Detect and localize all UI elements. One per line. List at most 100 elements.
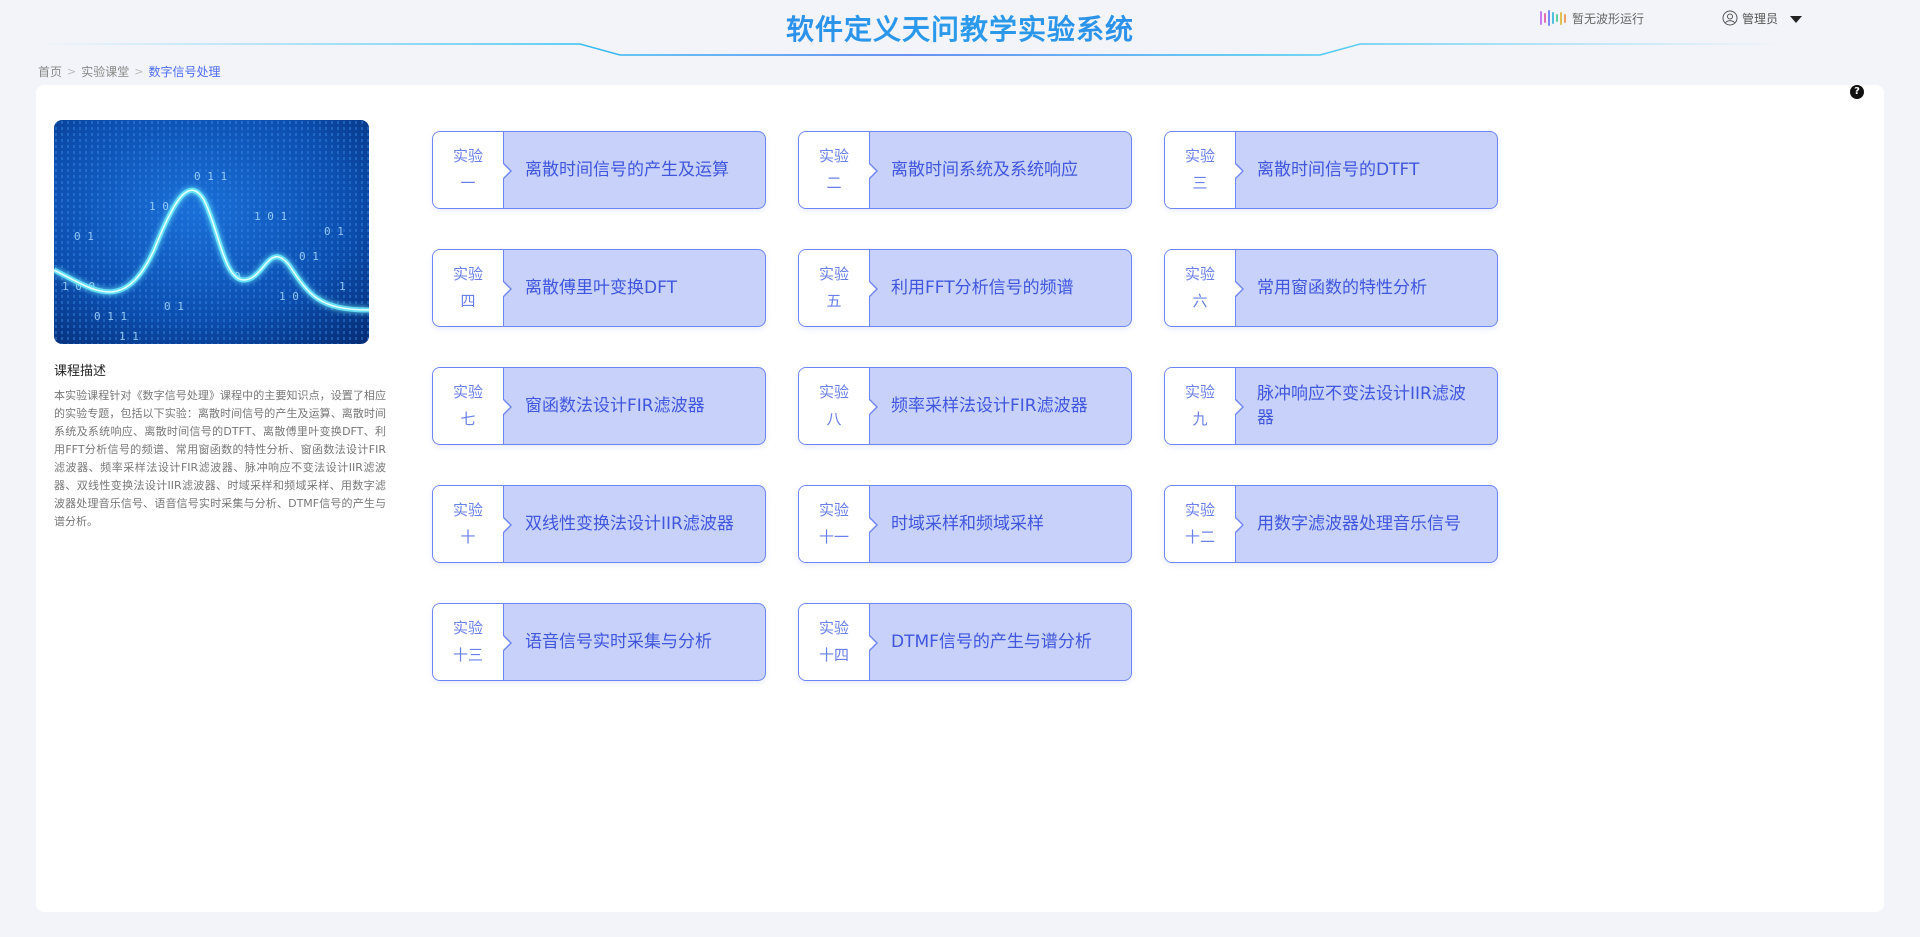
arrow-right-icon	[502, 280, 512, 298]
experiment-card-10[interactable]: 实验 十 双线性变换法设计IIR滤波器	[432, 485, 766, 563]
experiment-card-4[interactable]: 实验 四 离散傅里叶变换DFT	[432, 249, 766, 327]
breadcrumb-classroom[interactable]: 实验课堂	[81, 63, 129, 80]
experiment-prefix: 实验	[818, 383, 849, 401]
breadcrumb-home[interactable]: 首页	[38, 63, 62, 80]
experiment-prefix: 实验	[452, 501, 483, 519]
experiment-card-1[interactable]: 实验 一 离散时间信号的产生及运算	[432, 131, 766, 209]
experiment-number: 实验 十	[433, 486, 504, 562]
experiment-number: 实验 一	[433, 132, 504, 208]
experiment-title: 常用窗函数的特性分析	[1257, 278, 1427, 298]
arrow-right-icon	[1234, 162, 1244, 180]
experiment-title: 离散时间信号的DTFT	[1257, 160, 1420, 180]
experiment-card-6[interactable]: 实验 六 常用窗函数的特性分析	[1164, 249, 1498, 327]
waveform-status[interactable]: 暂无波形运行	[1540, 8, 1644, 28]
question-circle-icon[interactable]: ?	[1850, 85, 1864, 99]
course-description-title: 课程描述	[54, 364, 107, 379]
chevron-right-icon: >	[67, 65, 77, 78]
experiment-prefix: 实验	[452, 619, 483, 637]
experiment-card-9[interactable]: 实验 九 脉冲响应不变法设计IIR滤波器	[1164, 367, 1498, 445]
experiment-number: 实验 四	[433, 250, 504, 326]
experiment-title: 用数字滤波器处理音乐信号	[1257, 514, 1461, 534]
experiment-number: 实验 三	[1165, 132, 1236, 208]
arrow-right-icon	[502, 162, 512, 180]
arrow-right-icon	[1234, 398, 1244, 416]
experiment-prefix: 实验	[1184, 147, 1215, 165]
experiment-index: 五	[826, 292, 842, 310]
experiment-number: 实验 十三	[433, 604, 504, 680]
chevron-right-icon: >	[134, 65, 144, 78]
experiment-card-3[interactable]: 实验 三 离散时间信号的DTFT	[1164, 131, 1498, 209]
experiment-index: 十一	[818, 528, 849, 546]
experiment-title: 离散时间系统及系统响应	[891, 160, 1078, 180]
experiment-index: 七	[460, 410, 476, 428]
experiment-prefix: 实验	[818, 619, 849, 637]
experiment-index: 十四	[818, 646, 849, 664]
arrow-right-icon	[502, 398, 512, 416]
waveform-status-text: 暂无波形运行	[1572, 11, 1645, 26]
svg-text:0 1: 0 1	[164, 300, 184, 313]
svg-text:1 0: 1 0	[149, 200, 169, 213]
experiment-title: 双线性变换法设计IIR滤波器	[525, 514, 734, 534]
experiment-card-12[interactable]: 实验 十二 用数字滤波器处理音乐信号	[1164, 485, 1498, 563]
experiment-prefix: 实验	[818, 501, 849, 519]
experiment-card-2[interactable]: 实验 二 离散时间系统及系统响应	[798, 131, 1132, 209]
experiment-title: 频率采样法设计FIR滤波器	[891, 396, 1088, 416]
arrow-right-icon	[868, 162, 878, 180]
experiment-card-14[interactable]: 实验 十四 DTMF信号的产生与谱分析	[798, 603, 1132, 681]
experiment-card-8[interactable]: 实验 八 频率采样法设计FIR滤波器	[798, 367, 1132, 445]
course-cover-image: 0 1 1 0 0 0 1 1 1 0 0 1 1 1 0 1 0 1 0 1 …	[54, 120, 369, 344]
svg-text:1: 1	[339, 280, 346, 293]
experiment-number: 实验 五	[799, 250, 870, 326]
experiment-title: 利用FFT分析信号的频谱	[891, 278, 1074, 298]
experiment-index: 八	[826, 410, 842, 428]
svg-text:0 1: 0 1	[299, 250, 319, 263]
experiment-prefix: 实验	[452, 383, 483, 401]
waveform-icon	[1540, 10, 1566, 26]
app-header: 软件定义天问教学实验系统 暂无波形运行 管理员	[0, 0, 1920, 60]
arrow-right-icon	[502, 634, 512, 652]
experiment-title: 离散时间信号的产生及运算	[525, 160, 729, 180]
arrow-right-icon	[868, 634, 878, 652]
experiment-title: 离散傅里叶变换DFT	[525, 278, 677, 298]
experiment-card-5[interactable]: 实验 五 利用FFT分析信号的频谱	[798, 249, 1132, 327]
course-description: 本实验课程针对《数字信号处理》课程中的主要知识点，设置了相应的实验专题，包括以下…	[54, 389, 386, 528]
experiment-index: 二	[826, 174, 842, 192]
experiment-number: 实验 八	[799, 368, 870, 444]
experiment-index: 十	[460, 528, 476, 546]
arrow-right-icon	[1234, 516, 1244, 534]
experiment-card-7[interactable]: 实验 七 窗函数法设计FIR滤波器	[432, 367, 766, 445]
caret-down-icon[interactable]	[1790, 15, 1803, 23]
experiment-card-13[interactable]: 实验 十三 语音信号实时采集与分析	[432, 603, 766, 681]
experiment-number: 实验 十一	[799, 486, 870, 562]
main-panel: ? 0 1 1 0 0 0 1 1 1 0 0 1 1 1 0 1 0 1 0 …	[36, 85, 1884, 912]
user-circle-icon	[1722, 10, 1738, 26]
experiment-prefix: 实验	[1184, 265, 1215, 283]
breadcrumb-current: 数字信号处理	[148, 65, 221, 79]
experiment-title: 时域采样和频域采样	[891, 514, 1044, 534]
experiment-index: 三	[1192, 174, 1208, 192]
experiment-prefix: 实验	[452, 147, 483, 165]
experiment-index: 九	[1192, 410, 1208, 428]
experiment-index: 六	[1192, 292, 1208, 310]
arrow-right-icon	[1234, 280, 1244, 298]
svg-text:1 1: 1 1	[119, 330, 139, 343]
experiment-prefix: 实验	[452, 265, 483, 283]
svg-text:1 0: 1 0	[279, 290, 299, 303]
experiment-prefix: 实验	[818, 147, 849, 165]
svg-text:0 1: 0 1	[324, 225, 344, 238]
experiment-index: 十二	[1184, 528, 1215, 546]
experiment-title: DTMF信号的产生与谱分析	[891, 632, 1092, 652]
experiment-title: 脉冲响应不变法设计IIR滤波器	[1257, 384, 1466, 428]
experiment-number: 实验 六	[1165, 250, 1236, 326]
svg-text:1 0 1: 1 0 1	[254, 210, 287, 223]
arrow-right-icon	[868, 516, 878, 534]
experiment-index: 十三	[452, 646, 483, 664]
user-menu[interactable]: 管理员	[1722, 8, 1803, 28]
experiment-number: 实验 十四	[799, 604, 870, 680]
experiment-card-11[interactable]: 实验 十一 时域采样和频域采样	[798, 485, 1132, 563]
experiment-index: 一	[460, 174, 476, 192]
experiment-prefix: 实验	[1184, 383, 1215, 401]
experiment-number: 实验 九	[1165, 368, 1236, 444]
experiment-title: 窗函数法设计FIR滤波器	[525, 396, 705, 416]
experiment-number: 实验 七	[433, 368, 504, 444]
